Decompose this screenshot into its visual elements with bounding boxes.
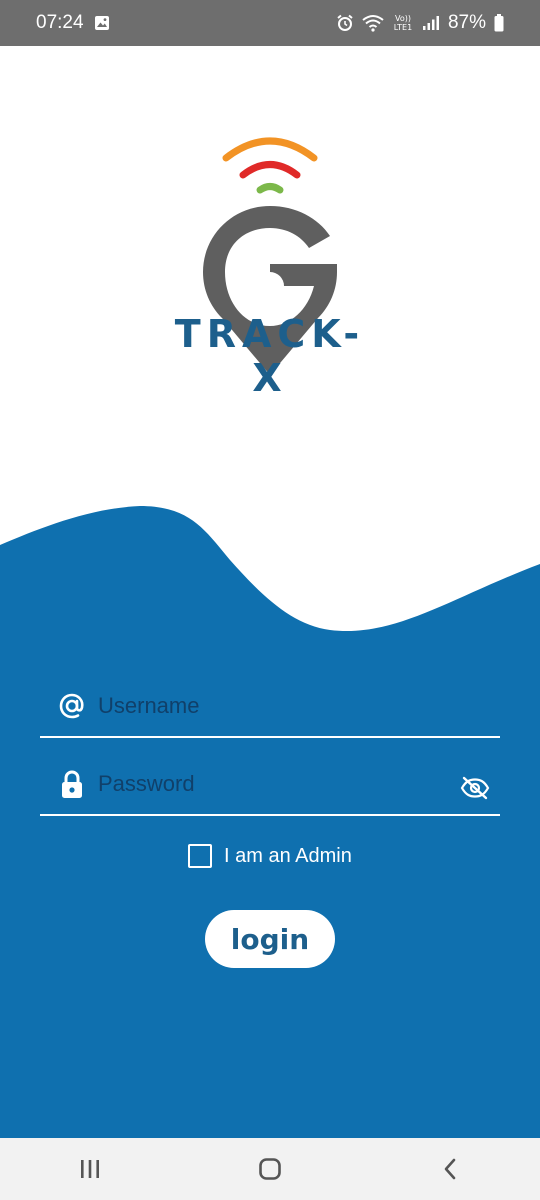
status-bar: 07:24 Vo)) LTE1 87% (0, 0, 540, 46)
navigation-bar (0, 1138, 540, 1200)
battery-icon (494, 14, 504, 32)
username-field (40, 678, 500, 738)
back-icon[interactable] (420, 1149, 480, 1189)
network-badge-top: Vo)) (395, 14, 411, 23)
recent-apps-icon[interactable] (60, 1149, 120, 1189)
status-right: Vo)) LTE1 87% (336, 12, 504, 34)
admin-checkbox[interactable] (188, 844, 212, 868)
login-button[interactable]: login (205, 910, 335, 968)
volte-lte-icon: Vo)) LTE1 (392, 13, 414, 33)
admin-checkbox-row[interactable]: I am an Admin (188, 843, 352, 869)
home-icon[interactable] (240, 1149, 300, 1189)
password-input[interactable] (98, 766, 448, 802)
battery-percent: 87% (447, 12, 486, 33)
status-time: 07:24 (36, 12, 84, 33)
wifi-icon (362, 14, 384, 32)
wave-divider (0, 506, 540, 640)
status-left: 07:24 (36, 12, 110, 34)
brand-name: TRACK-X (174, 312, 366, 400)
network-badge-bottom: LTE1 (394, 23, 412, 32)
gallery-notification-icon (94, 15, 110, 31)
password-field (40, 756, 500, 816)
eye-off-icon[interactable] (460, 776, 490, 804)
admin-checkbox-label[interactable]: I am an Admin (224, 845, 352, 868)
signal-icon (422, 15, 440, 31)
at-sign-icon (58, 692, 86, 720)
username-input[interactable] (98, 688, 448, 724)
alarm-icon (336, 14, 354, 32)
track-x-logo: TRACK-X (160, 130, 380, 400)
lock-icon (58, 770, 86, 798)
